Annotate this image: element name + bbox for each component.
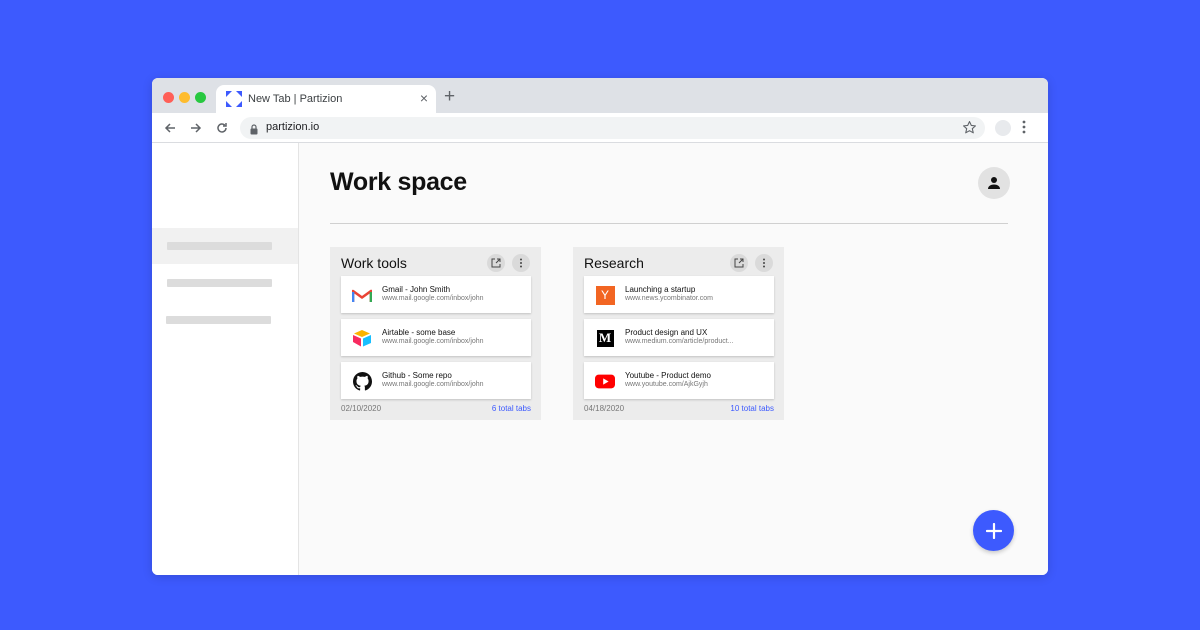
reload-button[interactable]	[212, 118, 232, 138]
tab-card[interactable]: Github - Some repo www.mail.google.com/i…	[341, 362, 531, 399]
arrow-left-icon	[164, 123, 175, 133]
tab-card[interactable]: Airtable - some base www.mail.google.com…	[341, 319, 531, 356]
tab-url: www.medium.com/article/product...	[625, 338, 734, 345]
more-vertical-icon[interactable]	[755, 254, 773, 272]
sidebar	[152, 143, 299, 575]
user-icon	[988, 177, 1000, 189]
sidebar-item-placeholder	[167, 279, 272, 287]
tab-close-button[interactable]: ×	[420, 90, 428, 106]
profile-button[interactable]	[995, 120, 1011, 136]
group-date: 04/18/2020	[584, 404, 625, 413]
forward-button[interactable]	[186, 118, 206, 138]
address-bar[interactable]: partizion.io	[240, 117, 985, 139]
reload-icon	[217, 123, 227, 133]
divider	[330, 223, 1008, 224]
browser-tab[interactable]: New Tab | Partizion ×	[216, 85, 436, 113]
github-icon	[352, 371, 372, 391]
tab-group-work-tools[interactable]: Work tools Gmail - John Smith www.mail.g…	[330, 247, 541, 420]
sidebar-item[interactable]	[152, 302, 298, 338]
tab-url: www.mail.google.com/inbox/john	[382, 338, 484, 345]
tab-url: www.mail.google.com/inbox/john	[382, 381, 484, 388]
tab-card[interactable]: Gmail - John Smith www.mail.google.com/i…	[341, 276, 531, 313]
browser-window: New Tab | Partizion × + partizion.io Wor…	[152, 78, 1048, 575]
new-tab-button[interactable]: +	[444, 87, 455, 107]
tab-title: Launching a startup	[625, 285, 696, 294]
arrow-right-icon	[191, 123, 202, 133]
youtube-icon	[595, 371, 615, 391]
tab-card[interactable]: Y Launching a startup www.news.ycombinat…	[584, 276, 774, 313]
browser-toolbar: partizion.io	[152, 113, 1048, 143]
more-vertical-icon[interactable]	[512, 254, 530, 272]
tab-title: Github - Some repo	[382, 371, 452, 380]
lock-icon	[250, 122, 258, 140]
tab-title: Youtube - Product demo	[625, 371, 711, 380]
ycombinator-icon: Y	[595, 285, 615, 305]
tab-title: Product design and UX	[625, 328, 708, 337]
minimize-window-button[interactable]	[179, 92, 190, 103]
plus-icon	[985, 522, 1002, 539]
tab-title: New Tab | Partizion	[248, 93, 343, 105]
tab-title: Airtable - some base	[382, 328, 456, 337]
group-tab-count[interactable]: 6 total tabs	[492, 404, 531, 413]
sidebar-item-workspace[interactable]	[152, 228, 298, 264]
page-title: Work space	[330, 168, 467, 196]
open-external-icon[interactable]	[730, 254, 748, 272]
star-icon[interactable]	[962, 120, 977, 140]
close-window-button[interactable]	[163, 92, 174, 103]
tab-url: www.mail.google.com/inbox/john	[382, 295, 484, 302]
airtable-icon	[352, 328, 372, 348]
group-tab-count[interactable]: 10 total tabs	[730, 404, 774, 413]
tab-group-research[interactable]: Research Y Launching a startup www.news.…	[573, 247, 784, 420]
tab-card[interactable]: Youtube - Product demo www.youtube.com/A…	[584, 362, 774, 399]
gmail-icon	[352, 285, 372, 305]
kebab-menu-icon[interactable]	[1021, 119, 1027, 140]
group-date: 02/10/2020	[341, 404, 382, 413]
add-group-button[interactable]	[973, 510, 1014, 551]
sidebar-item-placeholder	[166, 316, 271, 324]
open-external-icon[interactable]	[487, 254, 505, 272]
main-content: Work space Work tools Gmail - John Smith…	[299, 143, 1048, 575]
group-title: Research	[584, 255, 644, 271]
url-text: partizion.io	[266, 121, 320, 133]
partizion-logo-icon	[226, 91, 242, 107]
back-button[interactable]	[160, 118, 180, 138]
medium-icon: M	[595, 328, 615, 348]
avatar[interactable]	[978, 167, 1010, 199]
browser-titlebar: New Tab | Partizion × +	[152, 78, 1048, 113]
tab-card[interactable]: M Product design and UX www.medium.com/a…	[584, 319, 774, 356]
sidebar-item-placeholder	[167, 242, 272, 250]
tab-url: www.news.ycombinator.com	[625, 295, 713, 302]
group-title: Work tools	[341, 255, 407, 271]
maximize-window-button[interactable]	[195, 92, 206, 103]
sidebar-item[interactable]	[152, 265, 298, 301]
tab-title: Gmail - John Smith	[382, 285, 451, 294]
tab-url: www.youtube.com/AjkGyjh	[625, 381, 708, 388]
